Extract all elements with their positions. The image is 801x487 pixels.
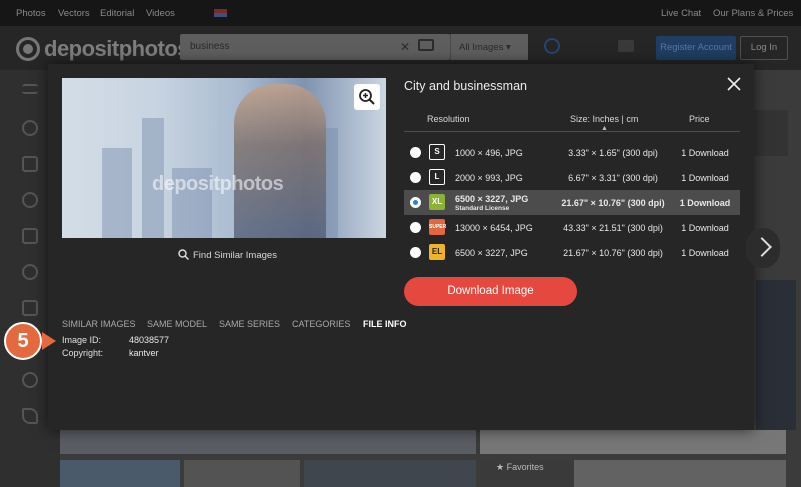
tab-file-info[interactable]: FILE INFO bbox=[363, 319, 407, 329]
background-thumbnail bbox=[480, 430, 786, 454]
resolution-value: 6500 × 3227, JPG bbox=[455, 248, 528, 258]
size-badge: SUPER bbox=[429, 219, 446, 235]
tab-categories[interactable]: CATEGORIES bbox=[292, 319, 350, 329]
price-value: 1 Download bbox=[679, 198, 731, 208]
image-title: City and businessman bbox=[404, 79, 527, 93]
close-icon[interactable] bbox=[726, 76, 742, 92]
price-value: 1 Download bbox=[681, 248, 729, 258]
table-header-divider bbox=[404, 131, 740, 132]
price-value: 1 Download bbox=[681, 223, 729, 233]
resolution-value: 1000 × 496, JPG bbox=[455, 148, 523, 158]
size-badge: EL bbox=[429, 244, 445, 260]
step-marker: 5 bbox=[4, 322, 42, 360]
menu-icon[interactable] bbox=[22, 84, 38, 94]
print-size-value: 3.33" × 1.65" (300 dpi) bbox=[568, 148, 658, 158]
image-preview[interactable]: depositphotos bbox=[62, 78, 386, 238]
size-radio[interactable] bbox=[410, 147, 421, 158]
cart-icon[interactable] bbox=[618, 40, 634, 52]
price-column-header: Price bbox=[689, 114, 710, 124]
register-button[interactable]: Register Account bbox=[656, 36, 736, 60]
skyline-building bbox=[102, 148, 132, 238]
palette-icon[interactable] bbox=[22, 372, 38, 388]
background-thumbnail bbox=[60, 430, 476, 454]
resolution-value: 13000 × 6454, JPG bbox=[455, 223, 533, 233]
expand-icon[interactable] bbox=[22, 300, 38, 316]
image-type-dropdown[interactable]: All Images ▾ bbox=[450, 34, 528, 60]
search-icon bbox=[178, 249, 190, 261]
size-radio[interactable] bbox=[410, 172, 421, 183]
price-value: 1 Download bbox=[681, 148, 729, 158]
find-similar-link[interactable]: Find Similar Images bbox=[178, 249, 277, 261]
background-thumbnail bbox=[184, 460, 300, 487]
nav-editorial-link[interactable]: Editorial bbox=[100, 8, 134, 19]
nav-vectors-link[interactable]: Vectors bbox=[58, 8, 90, 19]
people-icon[interactable] bbox=[22, 192, 38, 208]
resolution-value: 6500 × 3227, JPG bbox=[455, 194, 529, 204]
favorites-text: Favorites bbox=[506, 462, 544, 472]
tab-same-model[interactable]: SAME MODEL bbox=[147, 319, 207, 329]
print-size-value: 21.67" × 10.76" (300 dpi) bbox=[561, 198, 665, 208]
size-badge: XL bbox=[429, 194, 445, 210]
size-radio-checked[interactable] bbox=[410, 197, 421, 208]
top-navigation-bar: Photos Vectors Editorial Videos Live Cha… bbox=[0, 0, 801, 26]
image-id-label: Image ID: bbox=[62, 335, 102, 345]
size-option-row[interactable]: L 2000 × 993, JPG 6.67" × 3.31" (300 dpi… bbox=[404, 165, 740, 190]
copyright-value[interactable]: kantver bbox=[129, 348, 159, 358]
tab-same-series[interactable]: SAME SERIES bbox=[219, 319, 280, 329]
background-thumbnail bbox=[60, 460, 180, 487]
background-thumbnail bbox=[304, 460, 476, 487]
download-image-button[interactable]: Download Image bbox=[404, 277, 577, 306]
next-image-button[interactable] bbox=[746, 228, 780, 268]
live-chat-link[interactable]: Live Chat bbox=[661, 8, 701, 19]
scan-icon[interactable] bbox=[22, 156, 38, 172]
size-radio[interactable] bbox=[410, 247, 421, 258]
resolution-value: 2000 × 993, JPG bbox=[455, 173, 523, 183]
site-logo[interactable]: depositphotos bbox=[44, 36, 190, 62]
trending-icon[interactable] bbox=[22, 120, 38, 136]
size-column-header[interactable]: Size: Inches | cm bbox=[570, 114, 638, 124]
document-icon[interactable] bbox=[22, 228, 38, 244]
login-button[interactable]: Log In bbox=[740, 36, 788, 60]
logo-icon[interactable] bbox=[16, 37, 40, 61]
print-size-value: 43.33" × 21.51" (300 dpi) bbox=[563, 223, 663, 233]
size-radio[interactable] bbox=[410, 222, 421, 233]
background-panel bbox=[752, 110, 788, 156]
plans-prices-link[interactable]: Our Plans & Prices bbox=[713, 8, 793, 19]
image-id-value: 48038577 bbox=[129, 335, 170, 345]
copyright-label: Copyright: bbox=[62, 348, 104, 358]
print-size-value: 21.67" × 10.76" (300 dpi) bbox=[563, 248, 663, 258]
camera-search-icon[interactable] bbox=[418, 39, 434, 51]
license-label: Standard License bbox=[455, 205, 510, 212]
search-icon[interactable] bbox=[544, 38, 560, 54]
size-badge: S bbox=[429, 144, 445, 160]
tab-similar-images[interactable]: SIMILAR IMAGES bbox=[62, 319, 136, 329]
zoom-button[interactable] bbox=[354, 84, 380, 110]
find-similar-label: Find Similar Images bbox=[193, 250, 277, 261]
zoom-in-icon bbox=[359, 89, 375, 105]
size-option-row[interactable]: SUPER 13000 × 6454, JPG 43.33" × 21.51" … bbox=[404, 215, 740, 240]
clear-search-icon[interactable]: ✕ bbox=[400, 40, 410, 54]
background-thumbnail bbox=[574, 460, 786, 487]
favorites-label[interactable]: ★ Favorites bbox=[496, 462, 544, 473]
paint-bucket-icon[interactable] bbox=[22, 408, 38, 424]
size-option-row[interactable]: EL 6500 × 3227, JPG 21.67" × 10.76" (300… bbox=[404, 240, 740, 265]
watermark: depositphotos bbox=[152, 173, 284, 195]
step-marker-arrow bbox=[42, 332, 56, 350]
background-thumbnail bbox=[756, 280, 796, 430]
us-flag-icon[interactable] bbox=[214, 9, 227, 17]
size-option-row[interactable]: S 1000 × 496, JPG 3.33" × 1.65" (300 dpi… bbox=[404, 140, 740, 165]
size-option-row-selected[interactable]: XL 6500 × 3227, JPG Standard License 21.… bbox=[404, 190, 740, 215]
size-badge: L bbox=[429, 169, 445, 185]
nav-photos-link[interactable]: Photos bbox=[16, 8, 46, 19]
image-type-value: All Images bbox=[459, 42, 504, 53]
resolution-column-header: Resolution bbox=[427, 114, 470, 124]
image-detail-modal: depositphotos Find Similar Images City a… bbox=[48, 64, 754, 430]
print-size-value: 6.67" × 3.31" (300 dpi) bbox=[568, 173, 658, 183]
record-icon[interactable] bbox=[22, 264, 38, 280]
businessman-figure bbox=[234, 84, 326, 238]
price-value: 1 Download bbox=[681, 173, 729, 183]
nav-videos-link[interactable]: Videos bbox=[146, 8, 175, 19]
